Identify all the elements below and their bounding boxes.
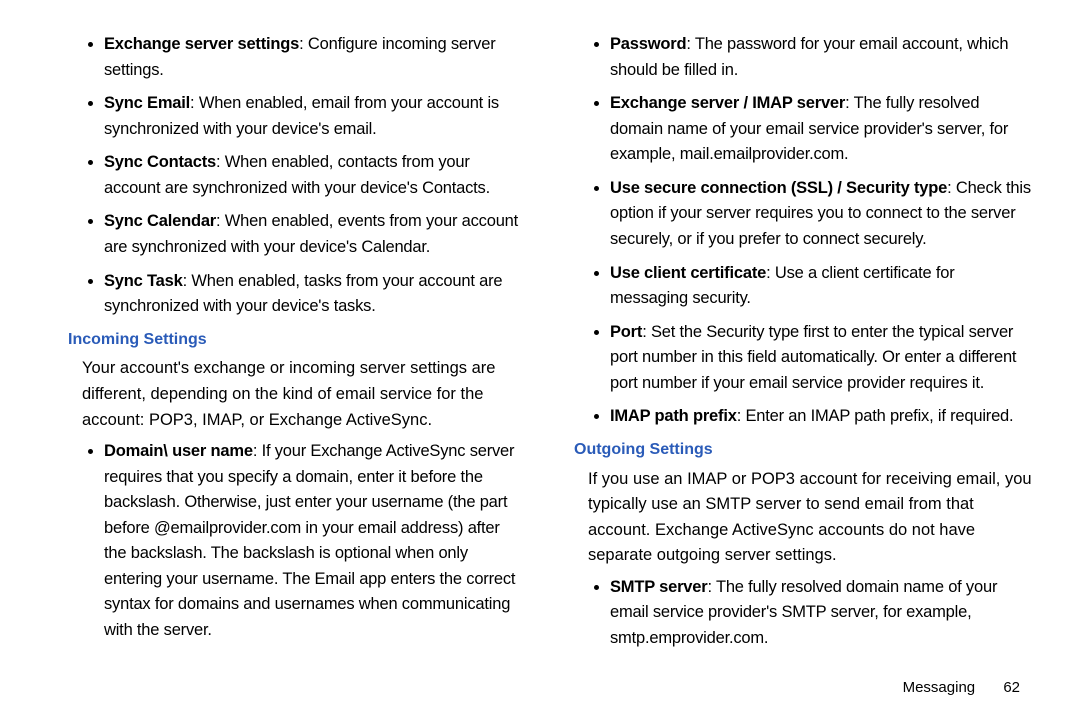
list-item: IMAP path prefix: Enter an IMAP path pre… (610, 404, 1032, 430)
bullet-text: : Set the Security type first to enter t… (610, 323, 1016, 392)
bullet-term: Exchange server / IMAP server (610, 94, 845, 112)
bullet-term: Sync Email (104, 94, 190, 112)
footer-page-number: 62 (1003, 679, 1020, 696)
page-footer: Messaging 62 (903, 679, 1020, 696)
list-item: Use secure connection (SSL) / Security t… (610, 176, 1032, 253)
list-item: Sync Contacts: When enabled, contacts fr… (104, 150, 526, 201)
bullet-term: Exchange server settings (104, 35, 299, 53)
list-item: Port: Set the Security type first to ent… (610, 320, 1032, 397)
list-item: Exchange server settings: Configure inco… (104, 32, 526, 83)
bullet-term: Sync Task (104, 272, 183, 290)
bullet-term: Domain\ user name (104, 442, 253, 460)
footer-section-label: Messaging (903, 679, 976, 696)
bullet-text: : Enter an IMAP path prefix, if required… (737, 407, 1014, 425)
bullet-term: Port (610, 323, 642, 341)
left-sub-bullets: Domain\ user name: If your Exchange Acti… (68, 439, 526, 644)
right-column: Password: The password for your email ac… (574, 32, 1032, 672)
bullet-term: Use secure connection (SSL) / Security t… (610, 179, 947, 197)
incoming-settings-heading: Incoming Settings (68, 328, 526, 353)
right-sub-bullets: SMTP server: The fully resolved domain n… (574, 575, 1032, 652)
bullet-term: Sync Contacts (104, 153, 216, 171)
list-item: Sync Email: When enabled, email from you… (104, 91, 526, 142)
list-item: Password: The password for your email ac… (610, 32, 1032, 83)
bullet-term: Use client certificate (610, 264, 766, 282)
bullet-term: IMAP path prefix (610, 407, 737, 425)
list-item: Use client certificate: Use a client cer… (610, 261, 1032, 312)
list-item: Sync Task: When enabled, tasks from your… (104, 269, 526, 320)
bullet-text: : If your Exchange ActiveSync server req… (104, 442, 515, 639)
outgoing-settings-para: If you use an IMAP or POP3 account for r… (574, 467, 1032, 569)
bullet-term: Password (610, 35, 686, 53)
incoming-settings-para: Your account's exchange or incoming serv… (68, 356, 526, 433)
outgoing-settings-heading: Outgoing Settings (574, 438, 1032, 463)
left-column: Exchange server settings: Configure inco… (48, 32, 526, 672)
left-top-bullets: Exchange server settings: Configure inco… (68, 32, 526, 320)
list-item: Exchange server / IMAP server: The fully… (610, 91, 1032, 168)
bullet-term: Sync Calendar (104, 212, 216, 230)
list-item: SMTP server: The fully resolved domain n… (610, 575, 1032, 652)
list-item: Sync Calendar: When enabled, events from… (104, 209, 526, 260)
list-item: Domain\ user name: If your Exchange Acti… (104, 439, 526, 644)
bullet-term: SMTP server (610, 578, 707, 596)
right-top-bullets: Password: The password for your email ac… (574, 32, 1032, 430)
